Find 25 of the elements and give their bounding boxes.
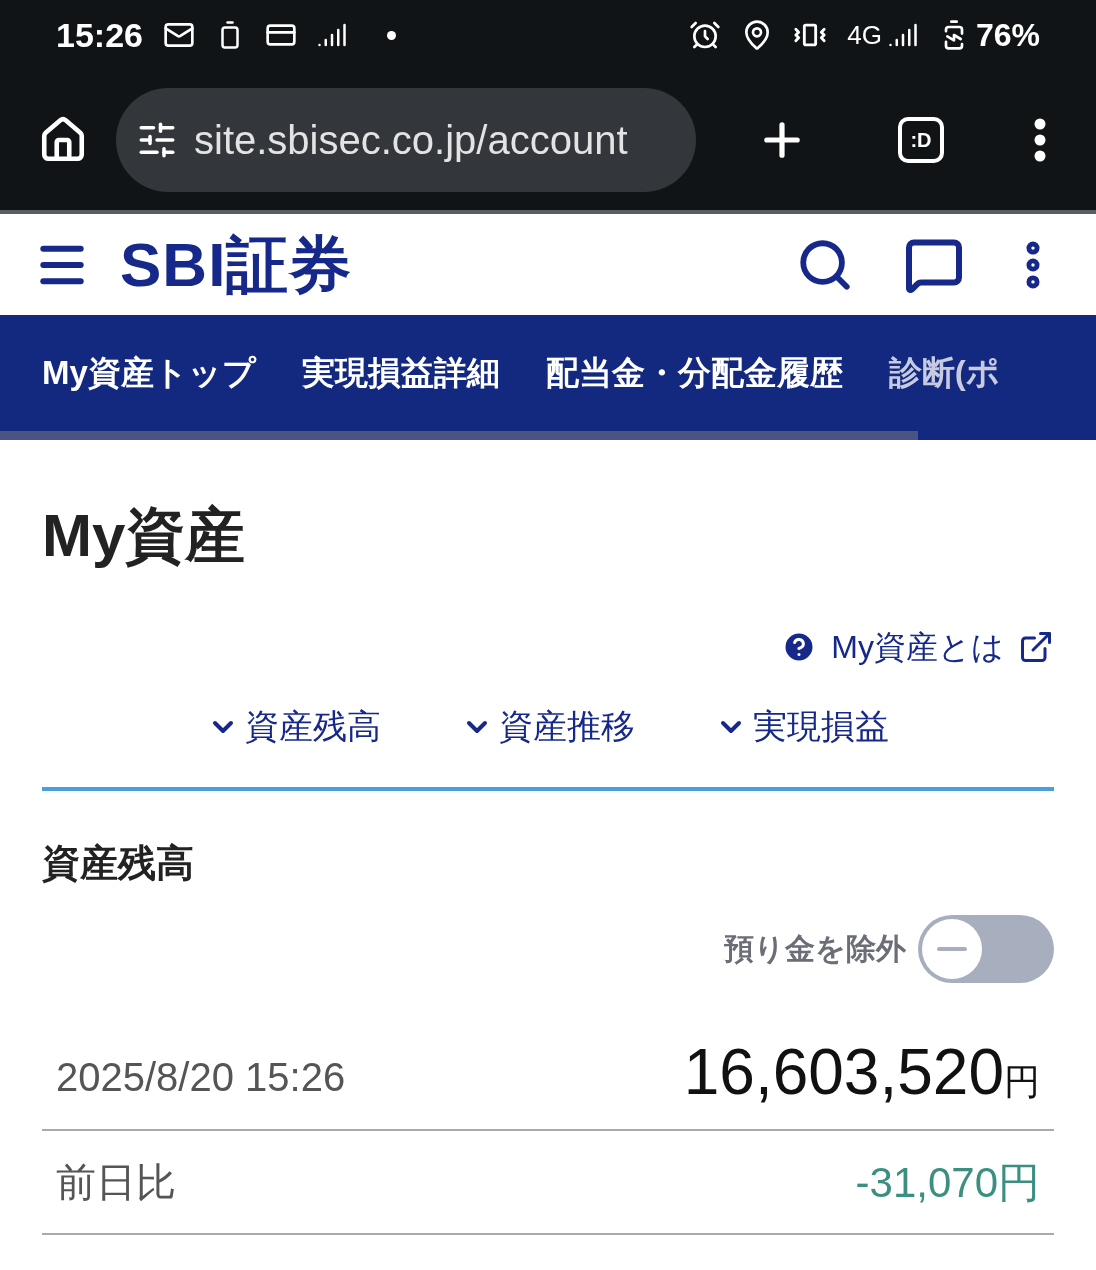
section-title: 資産残高 <box>42 841 195 887</box>
change-label: 前日比 <box>56 1159 176 1207</box>
menu-button[interactable] <box>1034 118 1046 162</box>
section-link[interactable]: 資産残高 <box>207 706 381 748</box>
sbi-logo[interactable]: SBI証券 <box>120 218 353 311</box>
network-label: 4G <box>847 18 882 52</box>
battery-percent: 76% <box>975 16 1040 55</box>
page-title: My資産 <box>42 501 247 571</box>
section-link[interactable]: 実現損益 <box>715 706 889 748</box>
balance-datetime: 2025/8/20 15:26 <box>56 1054 346 1102</box>
alarm-icon <box>689 19 722 51</box>
tab-switcher-button[interactable]: :D <box>898 117 944 163</box>
url-text: site.sbisec.co.jp/account <box>194 117 628 164</box>
status-time: 15:26 <box>56 14 143 56</box>
more-icon <box>1034 118 1046 162</box>
change-value: -31,070円 <box>855 1157 1040 1208</box>
nav-tab[interactable]: 診断(ポ <box>888 348 1000 398</box>
nav-tab[interactable]: 配当金・分配金履歴 <box>545 348 843 398</box>
section-link[interactable]: 資産推移 <box>461 706 635 748</box>
nav-tab[interactable]: My資産トップ <box>42 348 256 398</box>
nav-tab[interactable]: 実現損益詳細 <box>301 348 500 398</box>
help-link[interactable]: My資産とは <box>781 628 1054 667</box>
toggle-label: 預り金を除外 <box>724 931 906 968</box>
address-bar[interactable]: site.sbisec.co.jp/account <box>116 88 696 192</box>
balance-amount: 16,603,520円 <box>683 1036 1040 1108</box>
